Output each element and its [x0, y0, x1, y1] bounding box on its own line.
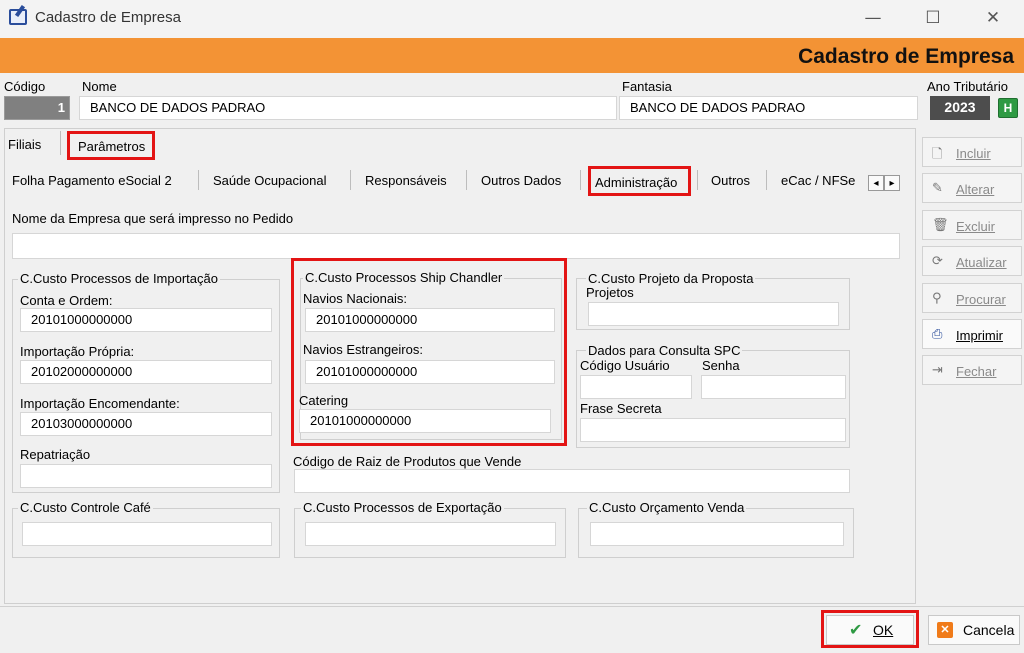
orcamento-field[interactable]	[590, 522, 844, 546]
subtab-saude[interactable]: Saúde Ocupacional	[213, 173, 326, 188]
tab-separator	[766, 170, 767, 190]
pedido-field[interactable]	[12, 233, 900, 259]
tab-separator	[697, 170, 698, 190]
senha-label: Senha	[702, 358, 740, 373]
tab-separator	[350, 170, 351, 190]
binoculars-icon: ⚲	[932, 291, 942, 306]
exportacao-title: C.Custo Processos de Exportação	[301, 500, 504, 515]
fantasia-label: Fantasia	[622, 79, 672, 94]
frase-secreta-label: Frase Secreta	[580, 401, 662, 416]
alterar-label: Alterar	[956, 182, 995, 197]
scroll-left-icon[interactable]: ◂	[868, 175, 884, 191]
senha-field[interactable]	[701, 375, 846, 399]
excluir-label: Excluir	[956, 219, 996, 234]
fechar-label: Fechar	[956, 364, 997, 379]
repatriacao-field[interactable]	[20, 464, 272, 488]
incluir-button[interactable]: 🗋 Incluir	[922, 137, 1022, 167]
tab-separator	[198, 170, 199, 190]
h-button[interactable]: H	[998, 98, 1018, 118]
alterar-button[interactable]: ✎ Alterar	[922, 173, 1022, 203]
tab-filiais[interactable]: Filiais	[8, 137, 41, 152]
highlight-ok	[821, 610, 919, 648]
spc-title: Dados para Consulta SPC	[586, 343, 743, 358]
orcamento-title: C.Custo Orçamento Venda	[587, 500, 747, 515]
pedido-label: Nome da Empresa que será impresso no Ped…	[12, 211, 294, 226]
importacao-encomendante-label: Importação Encomendante:	[20, 396, 180, 411]
importacao-title: C.Custo Processos de Importação	[18, 271, 220, 286]
frase-secreta-field[interactable]	[580, 418, 846, 442]
codigo-usuario-label: Código Usuário	[580, 358, 670, 373]
highlight-administracao	[588, 166, 691, 196]
importacao-propria-field[interactable]: 20102000000000	[20, 360, 272, 384]
subtab-ecac[interactable]: eCac / NFSe	[781, 173, 867, 188]
codigo-usuario-field[interactable]	[580, 375, 692, 399]
banner-title: Cadastro de Empresa	[798, 45, 1014, 68]
procurar-label: Procurar	[956, 292, 1006, 307]
codigo-raiz-field[interactable]	[294, 469, 850, 493]
repatriacao-label: Repatriação	[20, 447, 91, 462]
document-icon: 🗋	[932, 147, 943, 162]
footer-divider	[0, 606, 1024, 607]
maximize-button[interactable]: ☐	[910, 4, 956, 32]
projeto-title: C.Custo Projeto da Proposta	[586, 271, 756, 286]
subtab-responsaveis[interactable]: Responsáveis	[365, 173, 447, 188]
conta-ordem-field[interactable]: 20101000000000	[20, 308, 272, 332]
conta-ordem-label: Conta e Ordem:	[20, 293, 113, 308]
tab-separator	[580, 170, 581, 190]
ano-label: Ano Tributário	[927, 79, 1008, 94]
importacao-encomendante-field[interactable]: 20103000000000	[20, 412, 272, 436]
ano-field[interactable]: 2023	[930, 96, 990, 120]
printer-icon: ⎙	[932, 327, 943, 342]
highlight-parametros	[67, 131, 155, 160]
importacao-propria-label: Importação Própria:	[20, 344, 135, 359]
atualizar-label: Atualizar	[956, 255, 1007, 270]
subtab-outros[interactable]: Outros	[711, 173, 750, 188]
codigo-raiz-label: Código de Raiz de Produtos que Vende	[293, 454, 522, 469]
projetos-label: Projetos	[586, 285, 634, 300]
exportacao-field[interactable]	[305, 522, 556, 546]
scroll-right-icon[interactable]: ▸	[884, 175, 900, 191]
codigo-label: Código	[4, 79, 46, 94]
nome-field[interactable]: BANCO DE DADOS PADRAO	[79, 96, 617, 120]
codigo-field[interactable]: 1	[4, 96, 70, 120]
cafe-title: C.Custo Controle Café	[18, 500, 153, 515]
minimize-button[interactable]: —	[850, 4, 896, 32]
close-button[interactable]: ✕	[970, 4, 1016, 32]
projetos-field[interactable]	[588, 302, 839, 326]
window-title: Cadastro de Empresa	[35, 9, 181, 26]
subtab-outros-dados[interactable]: Outros Dados	[481, 173, 561, 188]
tab-separator	[466, 170, 467, 190]
incluir-label: Incluir	[956, 146, 991, 161]
procurar-button[interactable]: ⚲ Procurar	[922, 283, 1022, 313]
atualizar-button[interactable]: ⟳ Atualizar	[922, 246, 1022, 276]
cancela-button[interactable]: ✕ Cancela	[928, 615, 1020, 645]
nome-label: Nome	[82, 79, 117, 94]
fantasia-field[interactable]: BANCO DE DADOS PADRAO	[619, 96, 918, 120]
refresh-icon: ⟳	[932, 254, 943, 269]
door-icon: ⇥	[932, 363, 943, 378]
imprimir-button[interactable]: ⎙ Imprimir	[922, 319, 1022, 349]
pencil-icon: ✎	[932, 181, 943, 196]
cafe-field[interactable]	[22, 522, 272, 546]
trash-icon: 🗑	[932, 218, 949, 233]
imprimir-label: Imprimir	[956, 328, 1003, 343]
cancela-label: Cancela	[963, 622, 1015, 638]
fechar-button[interactable]: ⇥ Fechar	[922, 355, 1022, 385]
tab-separator	[60, 131, 61, 155]
highlight-ship-chandler	[291, 258, 567, 446]
subtab-folha[interactable]: Folha Pagamento eSocial 2	[12, 173, 172, 188]
app-icon	[9, 9, 27, 25]
cancel-icon: ✕	[937, 622, 953, 638]
excluir-button[interactable]: 🗑 Excluir	[922, 210, 1022, 240]
